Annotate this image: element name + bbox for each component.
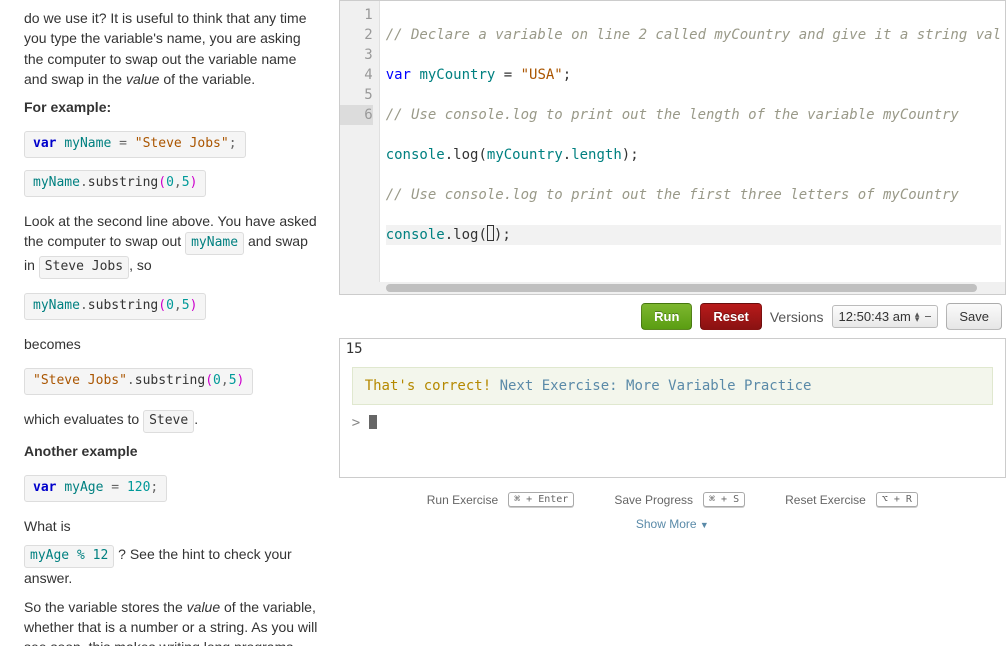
- inline-code-myname: myName: [185, 232, 244, 255]
- select-arrows-icon: ▴▾: [915, 312, 920, 322]
- editor-h-scrollbar[interactable]: [340, 282, 1005, 294]
- another-example-heading: Another example: [24, 443, 138, 459]
- editor-gutter: 1 2 3 4 5 6: [340, 1, 380, 282]
- controls-row: Run Reset Versions 12:50:43 am ▴▾ Save: [339, 295, 1006, 338]
- shortcut-reset: Reset Exercise ⌥ + R: [785, 492, 918, 507]
- console-success-message: That's correct! Next Exercise: More Vari…: [352, 367, 993, 405]
- shortcut-save-label: Save Progress: [614, 493, 693, 507]
- shortcut-run-key: ⌘ + Enter: [508, 492, 574, 507]
- versions-selected-value: 12:50:43 am: [839, 309, 911, 324]
- code-example-4: "Steve Jobs".substring(0,5): [24, 368, 253, 395]
- instructions-panel: do we use it? It is useful to think that…: [0, 0, 337, 646]
- look-line: Look at the second line above. You have …: [24, 211, 321, 279]
- shortcut-reset-key: ⌥ + R: [876, 492, 918, 507]
- shortcut-save: Save Progress ⌘ + S: [614, 492, 745, 507]
- inline-code-mod: myAge % 12: [24, 545, 114, 568]
- run-button[interactable]: Run: [641, 303, 692, 330]
- shortcut-save-key: ⌘ + S: [703, 492, 745, 507]
- console-output[interactable]: 15 That's correct! Next Exercise: More V…: [339, 338, 1006, 478]
- mod-line: myAge % 12 ? See the hint to check your …: [24, 544, 321, 588]
- evaluates-text: which evaluates to Steve.: [24, 409, 321, 433]
- versions-select[interactable]: 12:50:43 am ▴▾: [832, 305, 939, 328]
- shortcut-run-label: Run Exercise: [427, 493, 498, 507]
- reset-button[interactable]: Reset: [700, 303, 761, 330]
- editor-h-scrollbar-thumb[interactable]: [386, 284, 977, 292]
- correct-text: That's correct!: [365, 378, 491, 394]
- shortcut-run: Run Exercise ⌘ + Enter: [427, 492, 575, 507]
- intro-em: value: [126, 71, 159, 87]
- next-exercise-link[interactable]: Next Exercise: More Variable Practice: [500, 378, 812, 394]
- code-example-3: myName.substring(0,5): [24, 293, 206, 320]
- save-button[interactable]: Save: [946, 303, 1002, 330]
- show-more-link[interactable]: Show More ▼: [339, 511, 1006, 537]
- code-example-2: myName.substring(0,5): [24, 170, 206, 197]
- becomes-text: becomes: [24, 334, 321, 354]
- inline-code-stevejobs: Steve Jobs: [39, 256, 129, 279]
- console-prompt[interactable]: >: [340, 413, 1005, 433]
- code-editor[interactable]: 1 2 3 4 5 6 // Declare a variable on lin…: [339, 0, 1006, 295]
- inline-code-steve: Steve: [143, 410, 194, 433]
- code-example-5: var myAge = 120;: [24, 475, 167, 502]
- whatis-text: What is: [24, 516, 321, 536]
- intro-text: do we use it? It is useful to think that…: [24, 8, 321, 89]
- editor-cursor: [487, 225, 494, 241]
- console-value: 15: [340, 339, 1005, 359]
- shortcut-reset-label: Reset Exercise: [785, 493, 866, 507]
- code-example-1: var myName = "Steve Jobs";: [24, 131, 246, 158]
- intro-tail: of the variable.: [159, 71, 255, 87]
- so-var-text: So the variable stores the value of the …: [24, 597, 321, 646]
- console-cursor: [369, 415, 377, 429]
- for-example-heading: For example:: [24, 99, 111, 115]
- versions-label: Versions: [770, 309, 824, 325]
- workspace-panel: 1 2 3 4 5 6 // Declare a variable on lin…: [337, 0, 1008, 646]
- chevron-down-icon: ▼: [700, 520, 709, 530]
- editor-content[interactable]: // Declare a variable on line 2 called m…: [380, 1, 1005, 282]
- shortcuts-bar: Run Exercise ⌘ + Enter Save Progress ⌘ +…: [339, 478, 1006, 511]
